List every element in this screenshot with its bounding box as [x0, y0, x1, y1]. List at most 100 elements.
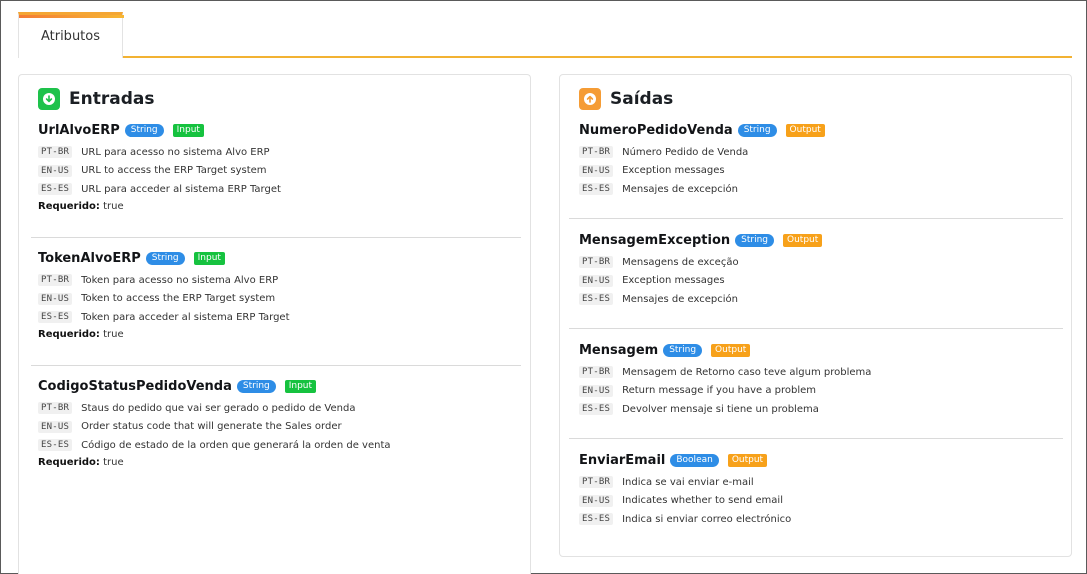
- lang-code: EN-US: [579, 494, 614, 507]
- attribute-name: Mensagem: [579, 342, 659, 358]
- attribute-name: TokenAlvoERP: [38, 250, 141, 266]
- lang-code: EN-US: [579, 274, 614, 287]
- description-text: Devolver mensaje si tiene un problema: [622, 403, 819, 415]
- description-text: Indica se vai enviar e-mail: [622, 476, 754, 488]
- direction-badge: Input: [284, 379, 317, 393]
- required-label: Requerido:: [38, 200, 100, 212]
- description-row: PT-BR Indica se vai enviar e-mail: [579, 473, 1049, 492]
- required-line: Requerido: true: [38, 457, 508, 468]
- description-text: Indica si enviar correo electrónico: [622, 513, 792, 525]
- lang-code: ES-ES: [579, 293, 614, 306]
- lang-code: PT-BR: [38, 274, 73, 287]
- output-attribute: Mensagem String Output PT-BR Mensagem de…: [579, 342, 1049, 419]
- direction-badge: Output: [783, 233, 823, 247]
- description-text: Exception messages: [622, 165, 725, 177]
- required-value: true: [103, 328, 124, 340]
- arrow-down-circle-icon: [38, 88, 60, 110]
- outputs-header: Saídas: [579, 88, 673, 110]
- attribute-name: CodigoStatusPedidoVenda: [38, 378, 232, 394]
- description-text: Staus do pedido que vai ser gerado o ped…: [81, 402, 356, 414]
- inputs-panel: Entradas UrlAlvoERP String Input PT-BR U…: [18, 74, 531, 574]
- lang-code: ES-ES: [579, 403, 614, 416]
- type-badge: String: [236, 379, 276, 393]
- description-text: Mensagens de exceção: [622, 256, 739, 268]
- lang-code: PT-BR: [579, 146, 614, 159]
- lang-code: PT-BR: [38, 402, 73, 415]
- description-row: PT-BR Mensagens de exceção: [579, 253, 1049, 272]
- description-row: EN-US Token to access the ERP Target sys…: [38, 290, 508, 309]
- lang-code: PT-BR: [579, 256, 614, 269]
- description-row: EN-US URL to access the ERP Target syste…: [38, 162, 508, 181]
- lang-code: ES-ES: [38, 183, 73, 196]
- divider: [569, 328, 1063, 329]
- tab-atributos[interactable]: Atributos: [18, 12, 124, 58]
- description-text: Código de estado de la orden que generar…: [81, 439, 391, 451]
- divider: [31, 365, 521, 366]
- description-row: ES-ES Mensajes de excepción: [579, 290, 1049, 309]
- tab-label: Atributos: [40, 29, 101, 44]
- description-text: URL para acesso no sistema Alvo ERP: [81, 146, 270, 158]
- description-row: EN-US Exception messages: [579, 272, 1049, 291]
- attribute-name: EnviarEmail: [579, 452, 666, 468]
- description-row: EN-US Indicates whether to send email: [579, 492, 1049, 511]
- description-text: URL to access the ERP Target system: [81, 165, 267, 177]
- tab-underline: [123, 56, 1072, 58]
- lang-code: ES-ES: [38, 311, 73, 324]
- type-badge: Boolean: [670, 453, 719, 467]
- output-attribute: NumeroPedidoVenda String Output PT-BR Nú…: [579, 122, 1049, 199]
- lang-code: EN-US: [579, 384, 614, 397]
- description-row: ES-ES Token para acceder al sistema ERP …: [38, 308, 508, 327]
- description-text: Exception messages: [622, 275, 725, 287]
- inputs-title: Entradas: [69, 89, 155, 109]
- tab-bar: Atributos: [18, 12, 1072, 58]
- required-value: true: [103, 200, 124, 212]
- inputs-header: Entradas: [38, 88, 154, 110]
- description-text: Mensagem de Retorno caso teve algum prob…: [622, 366, 872, 378]
- arrow-up-circle-icon: [579, 88, 601, 110]
- direction-badge: Input: [172, 123, 204, 137]
- description-row: EN-US Order status code that will genera…: [38, 418, 508, 437]
- lang-code: PT-BR: [579, 366, 614, 379]
- description-text: Indicates whether to send email: [622, 495, 783, 507]
- divider: [569, 218, 1063, 219]
- divider: [31, 237, 521, 238]
- direction-badge: Output: [785, 123, 825, 137]
- description-text: Token para acceder al sistema ERP Target: [81, 311, 290, 323]
- description-row: ES-ES Código de estado de la orden que g…: [38, 436, 508, 455]
- description-text: Order status code that will generate the…: [81, 421, 342, 433]
- type-badge: String: [124, 123, 164, 137]
- required-line: Requerido: true: [38, 201, 508, 212]
- description-row: ES-ES Devolver mensaje si tiene un probl…: [579, 400, 1049, 419]
- lang-code: EN-US: [38, 164, 73, 177]
- attribute-name: NumeroPedidoVenda: [579, 122, 733, 138]
- lang-code: ES-ES: [579, 513, 614, 526]
- description-text: Token to access the ERP Target system: [81, 293, 276, 305]
- description-row: ES-ES URL para acceder al sistema ERP Ta…: [38, 180, 508, 199]
- description-row: PT-BR Token para acesso no sistema Alvo …: [38, 271, 508, 290]
- lang-code: EN-US: [579, 164, 614, 177]
- required-label: Requerido:: [38, 456, 100, 468]
- required-label: Requerido:: [38, 328, 100, 340]
- description-row: PT-BR Mensagem de Retorno caso teve algu…: [579, 363, 1049, 382]
- description-row: ES-ES Mensajes de excepción: [579, 180, 1049, 199]
- description-text: Token para acesso no sistema Alvo ERP: [81, 274, 279, 286]
- description-text: URL para acceder al sistema ERP Target: [81, 183, 281, 195]
- description-row: PT-BR Staus do pedido que vai ser gerado…: [38, 399, 508, 418]
- description-row: PT-BR Número Pedido de Venda: [579, 143, 1049, 162]
- outputs-panel: Saídas NumeroPedidoVenda String Output P…: [559, 74, 1072, 557]
- type-badge: String: [735, 233, 774, 247]
- required-line: Requerido: true: [38, 329, 508, 340]
- description-row: PT-BR URL para acesso no sistema Alvo ER…: [38, 143, 508, 162]
- direction-badge: Output: [727, 453, 768, 467]
- description-row: EN-US Return message if you have a probl…: [579, 382, 1049, 401]
- type-badge: String: [737, 123, 777, 137]
- lang-code: EN-US: [38, 292, 73, 305]
- type-badge: String: [145, 251, 185, 265]
- input-attribute: TokenAlvoERP String Input PT-BR Token pa…: [38, 250, 508, 340]
- description-text: Mensajes de excepción: [622, 183, 738, 195]
- type-badge: String: [663, 343, 703, 357]
- direction-badge: Input: [193, 251, 225, 265]
- lang-code: ES-ES: [579, 183, 614, 196]
- tab-active-indicator: [19, 15, 124, 18]
- required-value: true: [103, 456, 124, 468]
